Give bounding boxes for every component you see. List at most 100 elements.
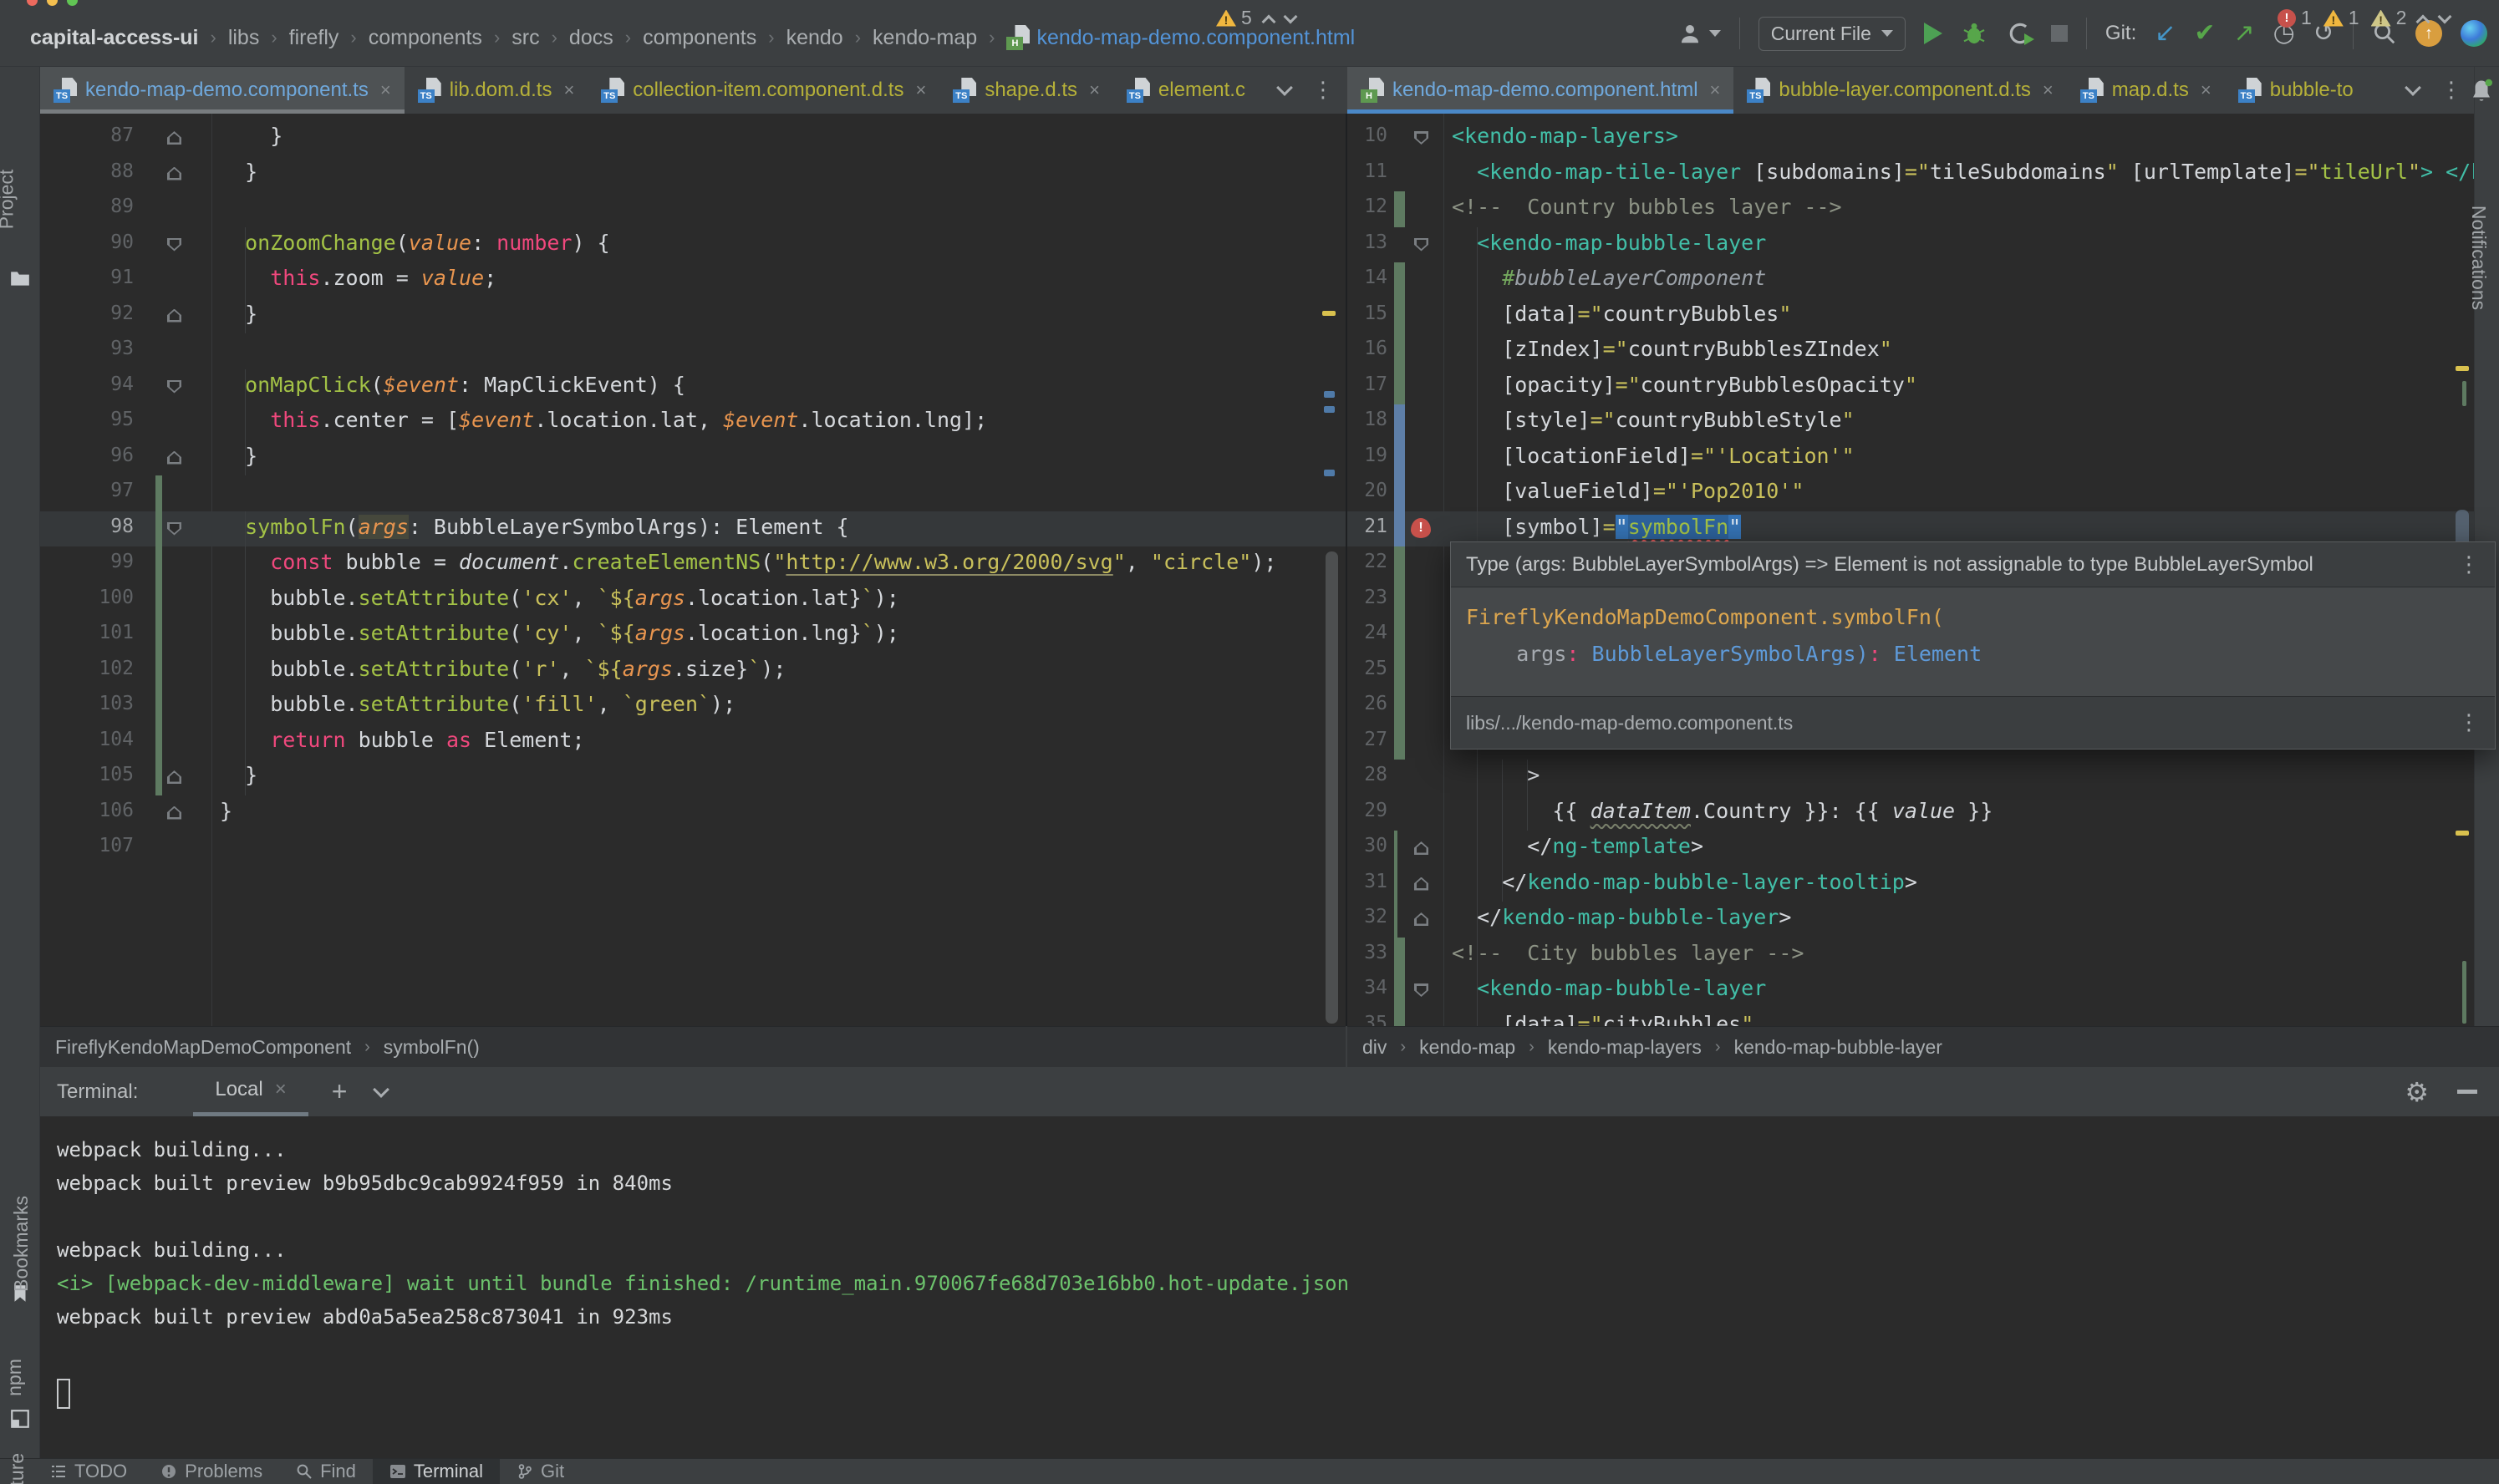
code-line[interactable]: 90 onZoomChange(value: number) { <box>40 227 1346 263</box>
sidebar-item-npm[interactable]: npm <box>3 1359 26 1396</box>
previous-problem-icon[interactable] <box>1261 14 1275 28</box>
fold-marker[interactable] <box>167 451 181 465</box>
terminal-tab-local[interactable]: Local × <box>193 1067 308 1116</box>
fold-marker[interactable] <box>1414 841 1428 855</box>
code-line[interactable]: 17 [opacity]="countryBubblesOpacity" <box>1347 369 2474 405</box>
code-line[interactable]: 13 <kendo-map-bubble-layer <box>1347 227 2474 263</box>
code-line[interactable]: 104 return bubble as Element; <box>40 724 1346 760</box>
close-icon[interactable]: × <box>2201 79 2211 101</box>
code-line[interactable]: 100 bubble.setAttribute('cx', `${args.lo… <box>40 582 1346 618</box>
code-line[interactable]: 101 bubble.setAttribute('cy', `${args.lo… <box>40 617 1346 653</box>
code-line[interactable]: 32 </kendo-map-bubble-layer> <box>1347 902 2474 938</box>
fold-marker[interactable] <box>1414 983 1428 997</box>
fold-marker[interactable] <box>167 309 181 323</box>
code-line[interactable]: 16 [zIndex]="countryBubblesZIndex" <box>1347 333 2474 369</box>
breadcrumb-item[interactable]: kendo-map-layers <box>1548 1036 1702 1059</box>
code-line[interactable]: 95 this.center = [$event.location.lat, $… <box>40 404 1346 440</box>
breadcrumb-item[interactable]: kendo-map <box>873 26 977 50</box>
tab-element.c[interactable]: TSelement.c <box>1113 67 1255 114</box>
code-line[interactable]: 15 [data]="countryBubbles" <box>1347 298 2474 334</box>
code-line[interactable]: 20 [valueField]="'Pop2010'" <box>1347 475 2474 511</box>
code-line[interactable]: 31 </kendo-map-bubble-layer-tooltip> <box>1347 867 2474 902</box>
code-line[interactable]: 87 } <box>40 120 1346 156</box>
warning-stripe-mark[interactable] <box>2456 831 2469 836</box>
fold-marker[interactable] <box>1414 912 1428 926</box>
fold-marker[interactable] <box>1414 877 1428 891</box>
breadcrumb-item[interactable]: src <box>512 26 539 50</box>
maximize-window-icon[interactable] <box>67 0 78 6</box>
tab-map.d.ts[interactable]: TSmap.d.ts× <box>2067 67 2225 114</box>
statusbar-item-todo[interactable]: TODO <box>33 1459 144 1484</box>
statusbar-item-find[interactable]: Find <box>279 1459 373 1484</box>
chevron-down-icon[interactable] <box>1276 79 1293 96</box>
vcs-stripe-mark[interactable] <box>2462 961 2466 1024</box>
close-icon[interactable]: × <box>380 79 391 101</box>
chevron-down-icon[interactable] <box>374 1081 390 1098</box>
git-push-button[interactable]: ↗ <box>2234 21 2255 46</box>
close-window-icon[interactable] <box>27 0 38 6</box>
hide-tool-window-icon[interactable] <box>2457 1090 2477 1094</box>
more-options-icon[interactable]: ⋮ <box>1312 78 1334 103</box>
code-line[interactable]: 105 } <box>40 760 1346 795</box>
git-update-button[interactable]: ↙ <box>2155 21 2176 46</box>
code-line[interactable]: 19 [locationField]="'Location'" <box>1347 440 2474 476</box>
breadcrumb-item[interactable]: div <box>1362 1036 1387 1059</box>
sidebar-item-structure[interactable]: Structure <box>6 1453 28 1484</box>
sidebar-item-project[interactable]: Project <box>0 170 18 230</box>
editor-left-pane[interactable]: 87 }88 }8990 onZoomChange(value: number)… <box>40 114 1346 1026</box>
code-line[interactable]: 106} <box>40 795 1346 831</box>
code-line[interactable]: 34 <kendo-map-bubble-layer <box>1347 973 2474 1009</box>
breadcrumb-item[interactable]: components <box>369 26 482 50</box>
breadcrumb-item[interactable]: kendo-map <box>1419 1036 1515 1059</box>
code-line[interactable]: 97 <box>40 475 1346 511</box>
fold-marker[interactable] <box>167 131 181 145</box>
fold-marker[interactable] <box>167 167 181 180</box>
tab-shape.d.ts[interactable]: TSshape.d.ts× <box>939 67 1113 114</box>
breadcrumb-item[interactable]: capital-access-ui <box>30 26 199 50</box>
info-stripe-mark[interactable] <box>1324 406 1335 413</box>
close-icon[interactable]: × <box>1089 79 1100 101</box>
info-stripe-mark[interactable] <box>1324 470 1335 476</box>
tab-bubble-to[interactable]: TSbubble-to <box>2225 67 2367 114</box>
code-line[interactable]: 30 </ng-template> <box>1347 831 2474 867</box>
more-options-icon[interactable]: ⋮ <box>2458 552 2480 577</box>
debug-button[interactable] <box>1961 20 1987 47</box>
breadcrumb-item[interactable]: libs <box>228 26 260 50</box>
fold-marker[interactable] <box>167 238 181 252</box>
code-line[interactable]: 14 #bubbleLayerComponent <box>1347 262 2474 298</box>
breadcrumb-item[interactable]: docs <box>569 26 613 50</box>
inspections-widget-right[interactable]: !112 <box>2278 7 2450 29</box>
breadcrumb-item[interactable]: FireflyKendoMapDemoComponent <box>55 1036 351 1059</box>
terminal-settings-icon[interactable]: ⚙ <box>2405 1076 2429 1108</box>
code-line[interactable]: 93 <box>40 333 1346 369</box>
notifications-bell-icon[interactable] <box>2469 77 2494 105</box>
code-line[interactable]: 10<kendo-map-layers> <box>1347 120 2474 156</box>
code-line[interactable]: 102 bubble.setAttribute('r', `${args.siz… <box>40 653 1346 689</box>
run-configuration-select[interactable]: Current File <box>1758 17 1906 51</box>
more-options-icon[interactable]: ⋮ <box>2458 710 2480 735</box>
tab-kendo-map-demo.component.html[interactable]: Hkendo-map-demo.component.html× <box>1347 67 1733 114</box>
info-stripe-mark[interactable] <box>1324 391 1335 398</box>
code-line[interactable]: 98 symbolFn(args: BubbleLayerSymbolArgs)… <box>40 511 1346 547</box>
fold-marker[interactable] <box>167 806 181 820</box>
statusbar-item-terminal[interactable]: Terminal <box>373 1459 500 1484</box>
code-line[interactable]: 28 > <box>1347 760 2474 795</box>
code-line[interactable]: 99 const bubble = document.createElement… <box>40 546 1346 582</box>
code-line[interactable]: 103 bubble.setAttribute('fill', `green`)… <box>40 689 1346 724</box>
fold-marker[interactable] <box>167 522 181 536</box>
tool-window-icon[interactable] <box>9 1408 31 1430</box>
code-line[interactable]: 12<!-- Country bubbles layer --> <box>1347 191 2474 227</box>
warning-stripe-mark[interactable] <box>2456 366 2469 371</box>
breadcrumb-item[interactable]: components <box>643 26 756 50</box>
tab-lib.dom.d.ts[interactable]: TSlib.dom.d.ts× <box>405 67 588 114</box>
breadcrumb-item[interactable]: kendo-map-bubble-layer <box>1734 1036 1942 1059</box>
close-icon[interactable]: × <box>915 79 926 101</box>
code-line[interactable]: 35 [data]="cityBubbles" <box>1347 1009 2474 1027</box>
warning-stripe-mark[interactable] <box>1322 311 1336 316</box>
close-icon[interactable]: × <box>1710 79 1721 101</box>
error-gutter-icon[interactable]: ! <box>1411 518 1431 538</box>
stop-button[interactable] <box>2051 25 2068 42</box>
next-problem-icon[interactable] <box>2438 9 2452 23</box>
user-account-button[interactable] <box>1677 21 1721 46</box>
run-with-coverage-button[interactable] <box>2006 20 2033 47</box>
